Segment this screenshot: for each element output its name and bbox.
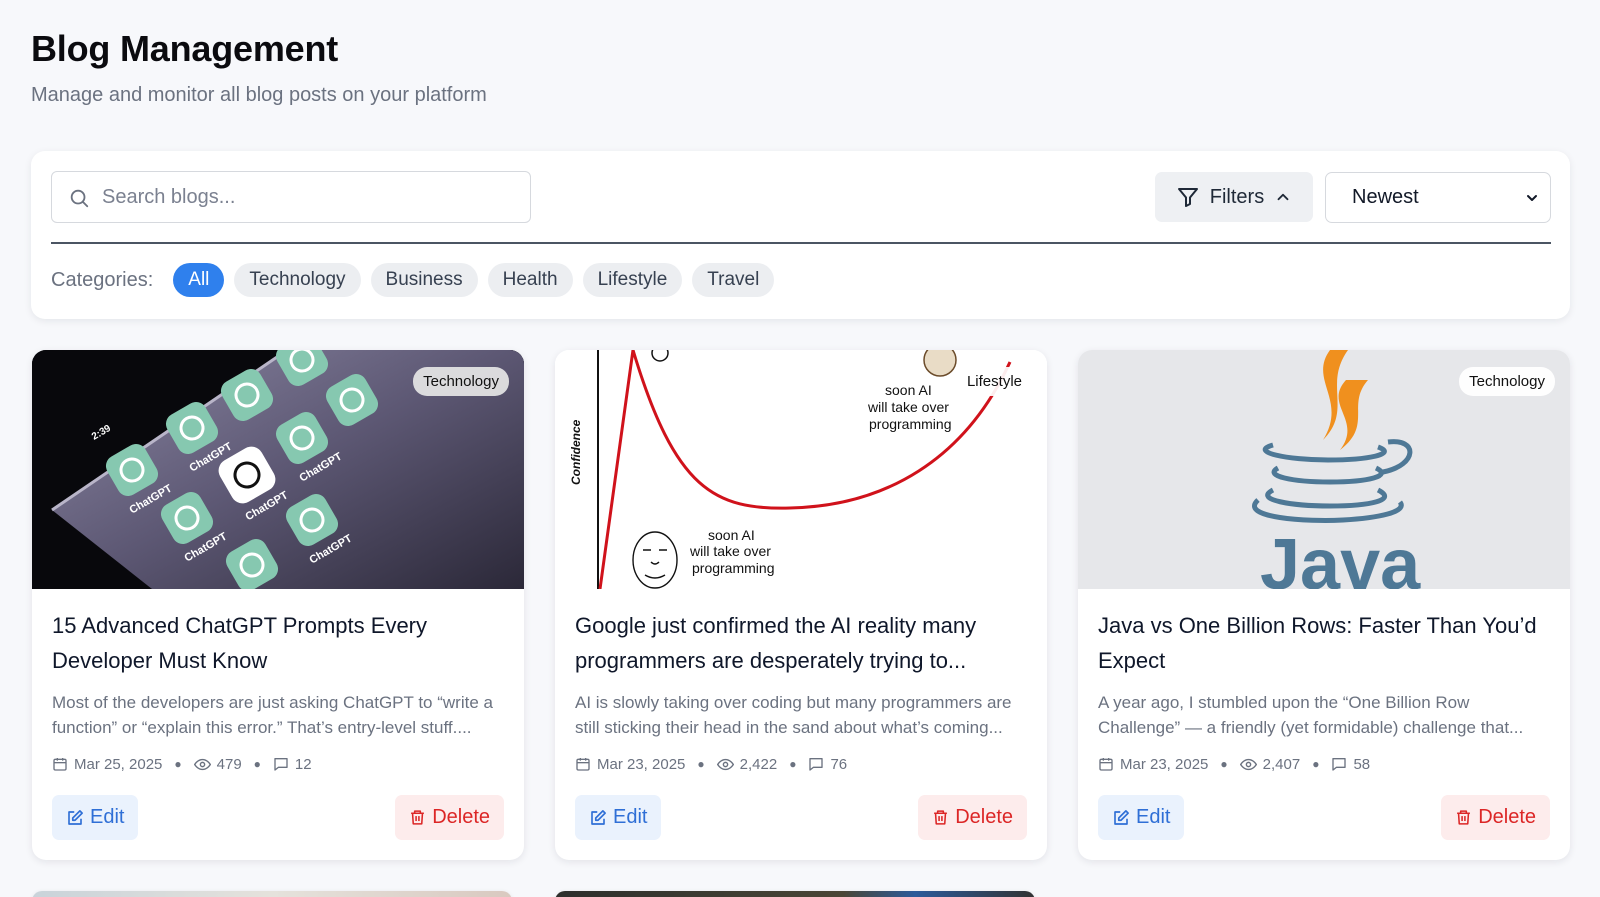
comment-icon [274, 758, 288, 771]
meta-separator: ● [174, 757, 182, 771]
edit-button[interactable]: Edit [52, 795, 139, 840]
eye-icon [716, 758, 734, 770]
edit-label: Edit [613, 806, 648, 828]
chevron-down-icon [1527, 195, 1537, 201]
delete-button[interactable]: Delete [395, 795, 504, 840]
post-meta: Mar 23, 2025 ● 2,407 ● 58 [1098, 754, 1370, 774]
category-chip-technology[interactable]: Technology [234, 263, 361, 297]
page-subtitle: Manage and monitor all blog posts on you… [31, 84, 487, 106]
post-date: Mar 25, 2025 [74, 755, 163, 773]
trash-icon [1457, 810, 1471, 825]
calendar-icon [576, 758, 590, 771]
filters-label: Filters [1209, 185, 1265, 208]
blog-card[interactable]: ChatGPT ChatGPT ChatGPT ChatGPT ChatGPT … [32, 350, 524, 860]
post-title[interactable]: 15 Advanced ChatGPT Prompts Every Develo… [52, 608, 507, 678]
edit-button[interactable]: Edit [1098, 795, 1185, 840]
delete-button[interactable]: Delete [918, 795, 1027, 840]
meme-axis-label: Confidence [569, 419, 583, 485]
calendar-icon [1099, 758, 1113, 771]
category-badge: Technology [1459, 367, 1555, 396]
post-excerpt: AI is slowly taking over coding but many… [575, 693, 1012, 737]
post-views: 2,422 [739, 755, 778, 773]
post-views: 2,407 [1262, 755, 1301, 773]
edit-icon [1114, 809, 1129, 825]
meta-separator: ● [1312, 757, 1320, 771]
meta-separator: ● [1220, 757, 1228, 771]
filters-button[interactable]: Filters [1155, 172, 1313, 222]
sort-value: Newest [1352, 186, 1419, 208]
search-icon [70, 189, 89, 208]
post-date: Mar 23, 2025 [597, 755, 686, 773]
meta-separator: ● [253, 757, 261, 771]
post-comments: 12 [294, 755, 312, 773]
category-badge: Lifestyle [956, 367, 1032, 396]
meme-caption-line: soon AI [885, 382, 932, 398]
eye-icon [193, 758, 211, 770]
blog-card[interactable]: Confidence soon AI will take over progra… [555, 350, 1047, 860]
blog-cover-image: ChatGPT ChatGPT ChatGPT ChatGPT ChatGPT … [32, 350, 524, 589]
post-comments: 76 [830, 755, 848, 773]
blog-card-partial[interactable] [555, 891, 1035, 897]
post-comments: 58 [1353, 755, 1371, 773]
svg-text:Java: Java [1260, 525, 1421, 589]
post-meta: Mar 23, 2025 ● 2,422 ● 76 [575, 754, 847, 774]
post-views: 479 [216, 755, 242, 773]
delete-label: Delete [432, 806, 490, 828]
search-box[interactable] [51, 171, 531, 223]
category-badge: Technology [413, 367, 509, 396]
comment-icon [1332, 758, 1347, 771]
post-title[interactable]: Google just confirmed the AI reality man… [575, 608, 1030, 678]
wojak-face [632, 531, 678, 589]
filter-icon [1177, 188, 1198, 207]
post-meta: Mar 25, 2025 ● 479 ● 12 [52, 754, 312, 774]
trash-icon [934, 810, 948, 825]
category-chip-all[interactable]: All [173, 263, 225, 297]
delete-button[interactable]: Delete [1441, 795, 1550, 840]
edit-label: Edit [1136, 806, 1171, 828]
blog-cover-image: Java Technology [1078, 350, 1570, 589]
chevron-up-icon [1277, 193, 1289, 201]
delete-label: Delete [955, 806, 1013, 828]
edit-icon [68, 809, 83, 825]
meme-caption-line: soon AI [708, 527, 755, 543]
blog-cover-image: Confidence soon AI will take over progra… [555, 350, 1047, 589]
comment-icon [809, 758, 824, 771]
post-excerpt: A year ago, I stumbled upon the “One Bil… [1098, 693, 1524, 737]
meme-caption-line: will take over [867, 399, 949, 415]
sort-select[interactable]: Newest [1325, 172, 1551, 223]
post-title[interactable]: Java vs One Billion Rows: Faster Than Yo… [1098, 608, 1553, 678]
blog-card-partial[interactable] [32, 891, 512, 897]
page-title: Blog Management [31, 28, 339, 69]
meme-caption-line: will take over [689, 543, 771, 559]
meta-separator: ● [697, 757, 705, 771]
blog-card[interactable]: Java Technology Java vs One Billion Rows… [1078, 350, 1570, 860]
category-filter-bar: Categories: All Technology Business Heal… [51, 263, 775, 297]
delete-label: Delete [1478, 806, 1536, 828]
blog-cover-image [555, 891, 1035, 897]
search-input[interactable] [102, 172, 522, 222]
category-chip-lifestyle[interactable]: Lifestyle [582, 263, 683, 297]
category-chip-travel[interactable]: Travel [692, 263, 775, 297]
categories-label: Categories: [51, 268, 154, 291]
meme-caption-line: programming [692, 560, 774, 576]
post-excerpt: Most of the developers are just asking C… [52, 693, 493, 737]
post-date: Mar 23, 2025 [1120, 755, 1209, 773]
eye-icon [1239, 758, 1257, 770]
toolbar-divider [51, 242, 1551, 244]
calendar-icon [53, 758, 67, 771]
edit-label: Edit [90, 806, 125, 828]
edit-icon [591, 809, 606, 825]
category-chip-health[interactable]: Health [487, 263, 573, 297]
blog-cover-image [32, 891, 512, 897]
meme-caption-line: programming [869, 416, 951, 432]
edit-button[interactable]: Edit [575, 795, 662, 840]
category-chip-business[interactable]: Business [370, 263, 478, 297]
meta-separator: ● [789, 757, 797, 771]
trash-icon [411, 810, 425, 825]
toolbar-panel: Filters Newest Categories: All Technolog… [31, 151, 1570, 319]
